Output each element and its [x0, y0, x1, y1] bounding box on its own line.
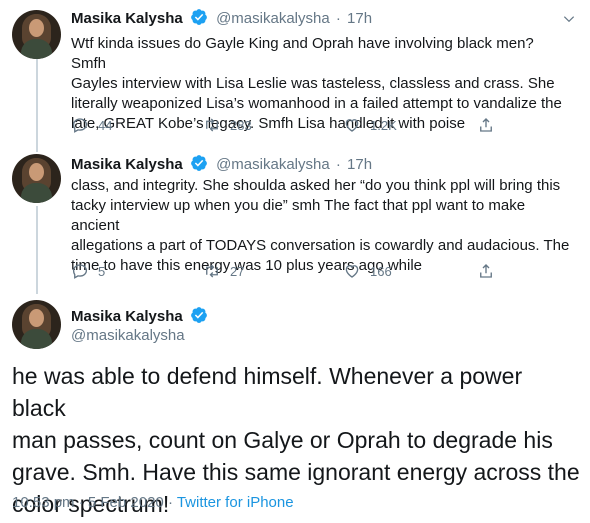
main-tweet: Masika Kalysha @masikakalysha he was abl… [0, 296, 590, 523]
like-icon [345, 119, 359, 132]
tweet-actions: 5 27 166 [71, 261, 551, 281]
reply-count: 5 [98, 263, 106, 279]
handle[interactable]: @masikakalysha [71, 326, 185, 346]
tweet-source-link[interactable]: Twitter for iPhone [177, 494, 294, 511]
verified-badge-icon [191, 155, 207, 171]
tweet-1[interactable]: Masika Kalysha @masikakalysha · 17h Wtf … [0, 0, 590, 150]
tweet-text-line: Gayles interview with Lisa Leslie was ta… [71, 75, 555, 92]
avatar[interactable] [12, 154, 61, 203]
tweet-text-line: man passes, count on Galye or Oprah to d… [12, 427, 553, 453]
retweet-count: 27 [230, 263, 245, 279]
avatar[interactable] [12, 300, 61, 349]
share-icon [480, 264, 492, 278]
display-name[interactable]: Masika Kalysha [71, 10, 183, 27]
tweet-text-line: tacky interview up when you die” smh The… [71, 197, 526, 234]
share-button[interactable] [477, 261, 495, 281]
dot-separator: · [335, 156, 341, 173]
avatar[interactable] [12, 10, 61, 59]
tweet-2[interactable]: Masika Kalysha @masikakalysha · 17h clas… [0, 150, 590, 296]
dot-separator: · [335, 10, 341, 27]
timestamp[interactable]: 17h [347, 156, 372, 173]
like-button[interactable]: 1.2K [343, 115, 397, 135]
dot-separator: · [167, 494, 173, 511]
reply-count: 44 [98, 117, 113, 133]
retweet-button[interactable]: 283 [203, 115, 252, 135]
display-name[interactable]: Masika Kalysha [71, 308, 183, 325]
like-count: 166 [370, 263, 392, 279]
reply-icon [72, 264, 88, 279]
retweet-button[interactable]: 27 [203, 261, 244, 281]
retweet-count: 283 [230, 117, 252, 133]
reply-button[interactable]: 44 [71, 115, 112, 135]
tweet-text-line: literally weaponized Lisa’s womanhood in… [71, 95, 562, 112]
display-name[interactable]: Masika Kalysha [71, 156, 183, 173]
reply-button[interactable]: 5 [71, 261, 105, 281]
handle[interactable]: @masikakalysha [216, 10, 330, 27]
tweet-timestamp[interactable]: 10:53 pm · 5 Feb 2020 [12, 494, 164, 511]
retweet-icon [206, 264, 218, 278]
like-count: 1.2K [370, 117, 397, 133]
handle[interactable]: @masikakalysha [216, 156, 330, 173]
tweet-text-line: class, and integrity. She shoulda asked … [71, 177, 561, 194]
tweet-actions: 44 283 1.2K [71, 115, 551, 135]
share-button[interactable] [477, 115, 495, 135]
verified-badge-icon [191, 307, 207, 323]
share-icon [480, 118, 492, 132]
retweet-icon [206, 118, 218, 132]
reply-icon [72, 118, 88, 133]
like-icon [345, 265, 359, 278]
like-button[interactable]: 166 [343, 261, 392, 281]
tweet-text-line: allegations a part of TODAYS conversatio… [71, 237, 570, 254]
chevron-down-icon[interactable] [562, 12, 576, 26]
tweet-text-line: he was able to defend himself. Whenever … [12, 363, 523, 421]
verified-badge-icon [191, 9, 207, 25]
tweet-text-line: grave. Smh. Have this same ignorant ener… [12, 459, 580, 485]
tweet-text-line: Wtf kinda issues do Gayle King and Oprah… [71, 35, 534, 72]
timestamp[interactable]: 17h [347, 10, 372, 27]
